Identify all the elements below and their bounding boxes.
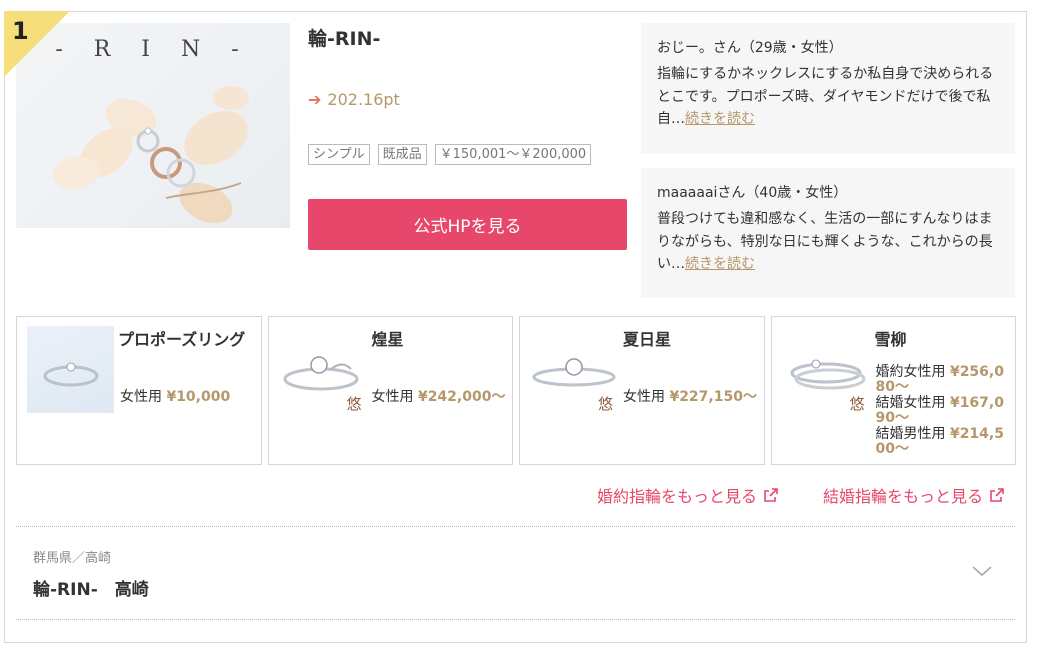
brand-mark: 悠 xyxy=(598,395,614,413)
product-price-line: 婚約女性用 ¥256,080～ xyxy=(876,365,1008,395)
divider xyxy=(16,619,1015,620)
read-more-link[interactable]: 続きを読む xyxy=(685,256,755,272)
engagement-rings-more-link[interactable]: 婚約指輪をもっと見る xyxy=(597,483,779,507)
review-text: 普段つけても違和感なく、生活の一部にすんなりはまりながらも、特別な日にも輝くよう… xyxy=(657,208,999,276)
product-price-line: 女性用 ¥10,000 xyxy=(120,386,230,406)
price-value: ¥10,000 xyxy=(166,389,231,405)
product-price-line: 女性用 ¥227,150～ xyxy=(623,386,757,406)
price-value: ¥227,150～ xyxy=(669,389,757,405)
brand-mark: 悠 xyxy=(849,395,865,413)
product-card-proposal-ring[interactable]: プロポーズリング 女性用 ¥10,000 xyxy=(16,316,262,465)
store-location: 群馬県／高崎 xyxy=(33,551,112,566)
review-card: maaaaaiさん（40歳・女性） 普段つけても違和感なく、生活の一部にすんなり… xyxy=(641,168,1015,298)
product-name: 雪柳 xyxy=(874,330,907,349)
link-label: 結婚指輪をもっと見る xyxy=(823,487,984,506)
product-card-yukiyanagi[interactable]: 悠 雪柳 婚約女性用 ¥256,080～ 結婚女性用 ¥167,090～ 結婚男… xyxy=(770,316,1016,465)
product-price-line: 結婚男性用 ¥214,500～ xyxy=(876,427,1008,457)
shop-tags: シンプル 既成品 ￥150,001～￥200,000 xyxy=(308,144,592,165)
price-label: 女性用 xyxy=(623,389,665,405)
product-card-kirameki-boshi[interactable]: 悠 煌星 女性用 ¥242,000～ xyxy=(267,316,513,465)
product-image xyxy=(27,326,114,413)
price-label: 結婚女性用 xyxy=(875,395,946,411)
brand-mark: 悠 xyxy=(346,395,362,413)
price-label: 女性用 xyxy=(371,389,414,405)
arrow-right-icon: ➔ xyxy=(308,90,322,109)
product-price-line: 結婚女性用 ¥167,090～ xyxy=(876,396,1008,426)
ring-icon xyxy=(43,362,99,387)
link-label: 婚約指輪をもっと見る xyxy=(597,487,758,506)
product-list: プロポーズリング 女性用 ¥10,000 悠 煌星 女性用 ¥242,000～ xyxy=(16,316,1016,465)
tag-simple: シンプル xyxy=(308,144,370,165)
product-card-natsuhi-boshi[interactable]: 悠 夏日星 女性用 ¥227,150～ xyxy=(519,316,765,465)
store-name[interactable]: 輪-RIN- 高崎 xyxy=(33,575,149,600)
review-card: おじー。さん（29歳・女性） 指輪にするかネックレスにするか私自身で決められると… xyxy=(641,23,1015,154)
read-more-link[interactable]: 続きを読む xyxy=(685,111,755,127)
official-hp-button[interactable]: 公式HPを見る xyxy=(308,199,627,250)
points-display: ➔ 202.16pt xyxy=(308,90,400,109)
product-name: プロポーズリング xyxy=(118,330,246,349)
tag-price-range: ￥150,001～￥200,000 xyxy=(434,144,592,165)
price-label: 結婚男性用 xyxy=(875,426,946,442)
shop-title[interactable]: 輪-RIN- xyxy=(308,24,380,51)
external-link-icon xyxy=(990,488,1004,502)
reviewer-name: おじー。さん（29歳・女性） xyxy=(657,40,843,56)
points-value: 202.16pt xyxy=(327,90,400,109)
review-text: 指輪にするかネックレスにするか私自身で決められるとこです。プロポーズ時、ダイヤモ… xyxy=(657,63,999,131)
external-link-icon xyxy=(764,488,778,502)
price-label: 婚約女性用 xyxy=(875,364,946,380)
wedding-rings-more-link[interactable]: 結婚指輪をもっと見る xyxy=(823,483,1005,507)
rank-number: 1 xyxy=(12,17,29,45)
product-name: 夏日星 xyxy=(623,330,672,349)
product-price-line: 女性用 ¥242,000～ xyxy=(372,386,506,406)
price-value: ¥242,000～ xyxy=(417,389,506,405)
reviewer-name: maaaaaiさん（40歳・女性） xyxy=(657,185,848,201)
price-label: 女性用 xyxy=(120,389,162,405)
divider xyxy=(16,526,1015,527)
chevron-down-icon[interactable] xyxy=(970,563,994,579)
product-name: 煌星 xyxy=(371,330,404,349)
tag-ready-made: 既成品 xyxy=(377,144,427,165)
